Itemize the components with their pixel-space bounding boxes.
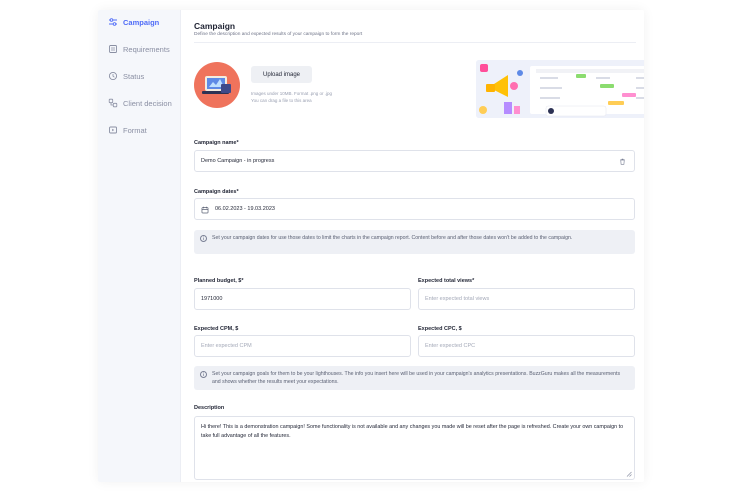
- expected-cpm-label: Expected CPM, $: [194, 326, 239, 332]
- upload-hint: Images under 10MB. Format .png or .jpg Y…: [251, 91, 333, 103]
- trash-icon[interactable]: [619, 158, 626, 165]
- calendar-icon: [201, 206, 209, 213]
- planned-budget-field[interactable]: 1971000: [194, 288, 411, 310]
- sidebar-item-label: Campaign: [123, 17, 160, 27]
- planned-budget-label: Planned budget, $*: [194, 278, 244, 284]
- expected-cpm-field[interactable]: Enter expected CPM: [194, 335, 411, 357]
- sidebar-item-label: Client decision: [123, 98, 172, 108]
- campaign-dates-info: i Set your campaign dates for use those …: [194, 230, 635, 254]
- description-textarea[interactable]: Hi there! This is a demonstration campai…: [194, 416, 635, 480]
- page-title: Campaign: [194, 21, 236, 31]
- expected-cpc-placeholder: Enter expected CPC: [425, 343, 476, 349]
- main-content: Campaign Define the description and expe…: [194, 10, 644, 482]
- sidebar-item-client-decision[interactable]: Client decision: [108, 95, 172, 111]
- sidebar-item-label: Status: [123, 71, 145, 81]
- expected-cpc-label: Expected CPC, $: [418, 326, 462, 332]
- expected-views-label: Expected total views*: [418, 278, 475, 284]
- megaphone-illustration: [202, 76, 231, 94]
- description-label: Description: [194, 405, 225, 411]
- campaign-dates-value: 06.02.2023 - 19.03.2023: [215, 206, 275, 212]
- checklist-icon: [109, 45, 117, 53]
- expected-views-placeholder: Enter expected total views: [425, 296, 490, 302]
- sidebar-item-label: Requirements: [123, 44, 170, 54]
- page-subtitle: Define the description and expected resu…: [194, 32, 363, 37]
- format-icon: [109, 126, 117, 134]
- campaign-dates-label: Campaign dates*: [194, 189, 239, 195]
- campaign-name-label: Campaign name*: [194, 140, 239, 146]
- campaign-preview-illustration: [476, 60, 644, 118]
- expected-views-field[interactable]: Enter expected total views: [418, 288, 635, 310]
- sidebar-item-label: Format: [123, 125, 147, 135]
- sliders-icon: [109, 18, 117, 26]
- sidebar-item-campaign[interactable]: Campaign: [108, 14, 159, 30]
- planned-budget-value: 1971000: [201, 296, 223, 302]
- campaign-image[interactable]: [194, 62, 240, 108]
- sidebar-item-format[interactable]: Format: [108, 122, 147, 138]
- description-value: Hi there! This is a demonstration campai…: [201, 424, 624, 439]
- info-icon: i: [200, 371, 207, 378]
- upload-image-button[interactable]: Upload image: [251, 66, 312, 83]
- campaign-dates-field[interactable]: 06.02.2023 - 19.03.2023: [194, 198, 635, 220]
- resize-handle-icon[interactable]: [626, 471, 632, 477]
- decision-icon: [108, 98, 118, 108]
- status-icon: [108, 71, 118, 81]
- sidebar-item-status[interactable]: Status: [108, 68, 144, 84]
- expected-cpm-placeholder: Enter expected CPM: [201, 343, 252, 349]
- divider: [194, 42, 636, 43]
- goals-info: i Set your campaign goals for them to be…: [194, 366, 635, 390]
- sidebar-item-requirements[interactable]: Requirements: [108, 41, 170, 57]
- info-icon: i: [200, 235, 207, 242]
- campaign-name-field[interactable]: Demo Campaign - in progress: [194, 150, 635, 172]
- expected-cpc-field[interactable]: Enter expected CPC: [418, 335, 635, 357]
- dashboard-preview-image: [476, 60, 644, 118]
- campaign-name-value: Demo Campaign - in progress: [201, 158, 275, 164]
- sidebar: Campaign Requirements Status Client deci…: [98, 10, 181, 482]
- app-window: Campaign Requirements Status Client deci…: [98, 10, 644, 482]
